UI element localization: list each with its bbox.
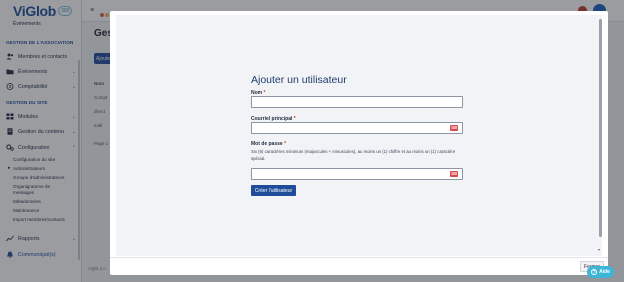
help-button[interactable]: ? Aide	[587, 266, 614, 278]
keyboard-glyph: ⌨	[451, 125, 457, 130]
modal-body	[116, 15, 602, 256]
question-icon: ?	[591, 269, 598, 275]
create-user-button[interactable]: Créer l'utilisateur	[251, 185, 296, 196]
keyboard-glyph: ⌨	[451, 171, 457, 176]
help-label: Aide	[599, 269, 610, 275]
name-field[interactable]	[251, 96, 463, 108]
password-label: Mot de passe *	[251, 141, 286, 147]
keyboard-icon[interactable]: ⌨	[450, 171, 458, 177]
modal-scrollbar[interactable]	[599, 19, 602, 237]
password-label-text: Mot de passe	[251, 141, 283, 147]
password-field[interactable]: ⌨	[251, 168, 463, 180]
modal-title: Ajouter un utilisateur	[251, 74, 347, 86]
scroll-down-icon[interactable]: ▾	[598, 247, 600, 252]
password-help: Six (6) caractères minimum (majuscules +…	[251, 149, 456, 161]
email-field[interactable]: ⌨	[251, 122, 463, 134]
add-user-modal: Ajouter un utilisateur Nom * Courriel pr…	[110, 11, 608, 275]
required-mark: *	[284, 141, 287, 147]
modal-footer-divider	[110, 257, 608, 258]
keyboard-icon[interactable]: ⌨	[450, 125, 458, 131]
